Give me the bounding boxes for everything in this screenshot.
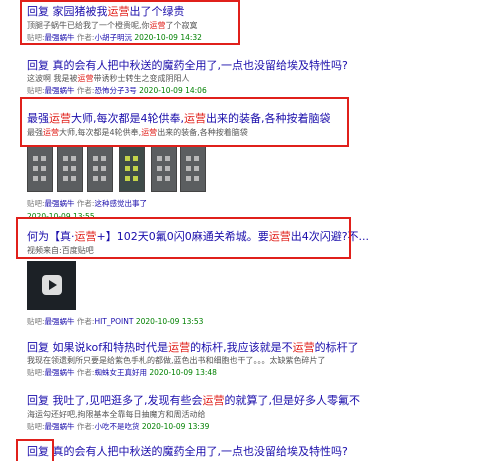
highlight-box (20, 97, 349, 147)
highlight-box (20, 0, 240, 45)
author-link[interactable]: 小吃不是吃货 (94, 422, 139, 431)
forum-link[interactable]: 最强蜗牛 (45, 86, 75, 95)
author-link[interactable]: 蜘蛛女王真好用 (94, 368, 147, 377)
result-title[interactable]: 回复 如果说kof和特热时代是运营的标杆,我应该就是不运营的标杆了 (27, 339, 359, 355)
result-meta: 贴吧:最强蜗牛 作者:这种感觉出事了 (27, 199, 147, 208)
screenshot-thumbnail[interactable] (87, 145, 113, 192)
result-meta: 贴吧:最强蜗牛 作者:蜘蛛女王真好用 2020-10-09 13:48 (27, 368, 217, 377)
highlight-box (16, 217, 351, 259)
forum-link[interactable]: 最强蜗牛 (45, 317, 75, 326)
author-link[interactable]: 这种感觉出事了 (94, 199, 147, 208)
play-icon[interactable] (42, 275, 62, 295)
result-meta: 贴吧:最强蜗牛 作者:HIT_POINT 2020-10-09 13:53 (27, 317, 204, 326)
author-link[interactable]: 恐怖分子3号 (94, 86, 136, 95)
screenshot-thumbnail[interactable] (27, 145, 53, 192)
forum-link[interactable]: 最强蜗牛 (45, 368, 75, 377)
result-abstract: 我现在领遗剩所只要是给紫色手札的都做,蓝色出书和细胞也干了。。。太缺紫色碎片了 (27, 356, 326, 365)
forum-link[interactable]: 最强蜗牛 (45, 422, 75, 431)
video-thumbnail[interactable] (27, 261, 76, 310)
result-title[interactable]: 回复 真的会有人把中秋送的魔药全用了,一点也没留给埃及特性吗? (27, 443, 348, 459)
result-abstract: 这波啊 我是被运营带诱秒士转生之变成阴阳人 (27, 74, 190, 83)
result-date: 2020-10-09 13:53 (135, 317, 204, 326)
result-title[interactable]: 回复 我吐了,见吧逛多了,发现有些会运营的就算了,但是好多人零氟不 (27, 392, 360, 408)
screenshot-thumbnail[interactable] (151, 145, 177, 192)
result-title[interactable]: 回复 真的会有人把中秋送的魔药全用了,一点也没留给埃及特性吗? (27, 57, 348, 73)
screenshot-thumbnail[interactable] (119, 145, 145, 192)
author-link[interactable]: HIT_POINT (94, 317, 133, 326)
screenshot-thumbnail[interactable] (180, 145, 206, 192)
result-date: 2020-10-09 13:48 (149, 368, 217, 377)
result-meta: 贴吧:最强蜗牛 作者:小吃不是吃货 2020-10-09 13:39 (27, 422, 210, 431)
search-results-page: { "results": [ { "title_parts": ["回复 家园猪… (0, 0, 500, 461)
result-date: 2020-10-09 13:39 (141, 422, 210, 431)
result-abstract: 海运勾还好吧,拘限基本全靠每日抽魔方和周活动给 (27, 410, 206, 419)
result-meta: 贴吧:最强蜗牛 作者:恐怖分子3号 2020-10-09 14:06 (27, 86, 207, 95)
screenshot-thumbnail[interactable] (57, 145, 83, 192)
highlight-box (16, 439, 54, 461)
forum-link[interactable]: 最强蜗牛 (45, 199, 75, 208)
result-date: 2020-10-09 14:06 (139, 86, 207, 95)
